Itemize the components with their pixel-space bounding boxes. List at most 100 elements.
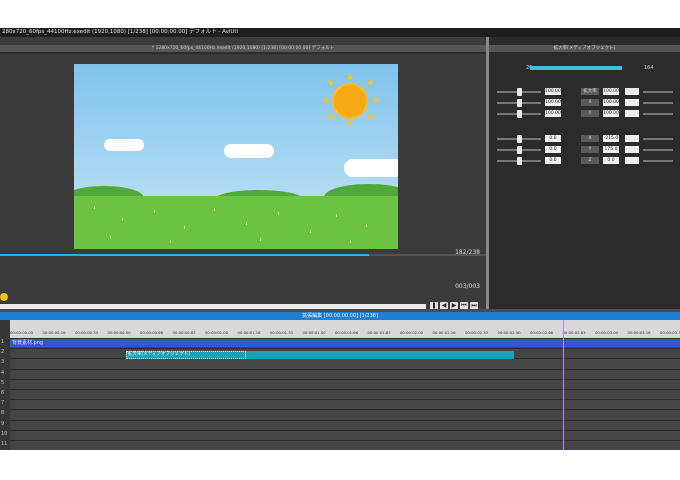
ruler-tick: 00:00:01.00 (205, 330, 229, 335)
param-value[interactable]: 100.00 (545, 88, 561, 95)
param-row: 100.00 Y 100.00 (493, 109, 676, 118)
param-mode-button[interactable] (625, 157, 639, 164)
seek-progress (0, 254, 370, 256)
ruler-tick: 00:00:03.33 (660, 330, 680, 335)
param-row: 0.0 X -215.0 (493, 134, 676, 143)
layer-lane[interactable] (10, 389, 680, 400)
layer-lane[interactable] (10, 419, 680, 430)
layer-lane[interactable] (10, 399, 680, 410)
param-mode-button[interactable] (625, 135, 639, 142)
param-value[interactable]: 0.0 (545, 157, 561, 164)
param-row: 100.00 拡大率 100.00 (493, 87, 676, 96)
aviutl-window: 280x720_60fps_44100Hz.exedit (1920,1080)… (0, 28, 680, 450)
ruler-tick: 00:00:02.00 (400, 330, 424, 335)
param-label[interactable]: 拡大率 (581, 88, 599, 95)
layer-number[interactable]: 9 (1, 421, 9, 427)
ruler-tick: 00:00:02.16 (432, 330, 456, 335)
param-right-value[interactable]: 100.00 (603, 88, 619, 95)
sun-ray (347, 73, 353, 79)
sun-ray (322, 97, 328, 103)
layer-number[interactable]: 11 (1, 441, 9, 447)
layer-number[interactable]: 3 (1, 359, 9, 365)
layer-number[interactable]: 6 (1, 390, 9, 396)
playhead[interactable] (563, 320, 564, 450)
page-counter: 003/003 (455, 283, 480, 290)
ruler-tick: 00:00:01.50 (302, 330, 326, 335)
param-slider-end[interactable] (643, 91, 673, 93)
param-right-value[interactable]: 175.0 (603, 146, 619, 153)
param-right-value[interactable]: 100.00 (603, 99, 619, 106)
frame-counter: 182/238 (455, 249, 480, 256)
param-label[interactable]: Y (581, 110, 599, 117)
param-right-value[interactable]: -215.0 (603, 135, 619, 142)
clip-background[interactable]: 背景素材.png (10, 339, 680, 347)
param-label[interactable]: X (581, 135, 599, 142)
param-value[interactable]: 100.00 (545, 110, 561, 117)
cloud (224, 144, 274, 158)
slider-knob[interactable] (517, 110, 522, 118)
param-row: 0.0 Z 0.0 (493, 156, 676, 165)
layer-lane[interactable] (10, 358, 680, 369)
param-right-value[interactable]: 0.0 (603, 157, 619, 164)
ruler-tick: 00:00:02.33 (465, 330, 489, 335)
ruler-tick: 00:00:01.16 (237, 330, 261, 335)
layer-lane[interactable] (10, 378, 680, 390)
slider-knob[interactable] (517, 157, 522, 165)
ruler-tick: 00:00:03.16 (627, 330, 651, 335)
layer-lane[interactable] (10, 440, 680, 450)
marker-icon (0, 293, 8, 301)
param-mode-button[interactable] (625, 88, 639, 95)
clip-zoom-object[interactable]: 拡大率[メディアオブジェクト] (126, 351, 514, 359)
window-title: 280x720_60fps_44100Hz.exedit (1920,1080)… (0, 28, 680, 37)
slider-knob[interactable] (517, 99, 522, 107)
param-mode-button[interactable] (625, 146, 639, 153)
panel-title: 拡大率[メディアオブジェクト] (489, 45, 680, 52)
param-mode-button[interactable] (625, 99, 639, 106)
sun-ray (347, 121, 353, 127)
preview-canvas (74, 64, 398, 249)
param-slider-end[interactable] (643, 149, 673, 151)
param-slider-end[interactable] (643, 138, 673, 140)
slider-knob[interactable] (517, 135, 522, 143)
ruler-tick: 00:00:02.83 (562, 330, 586, 335)
layer-number[interactable]: 4 (1, 370, 9, 376)
cloud (344, 159, 398, 177)
layer-number[interactable]: 1 (1, 339, 9, 345)
param-value[interactable]: 0.0 (545, 135, 561, 142)
sun-ray (374, 97, 380, 103)
ruler-tick: 00:00:00.33 (75, 330, 99, 335)
layer-number[interactable]: 2 (1, 349, 9, 355)
param-value[interactable]: 100.00 (545, 99, 561, 106)
seek-bar[interactable] (0, 249, 486, 258)
range-max: 164 (644, 65, 654, 71)
ruler-tick: 00:00:02.66 (530, 330, 554, 335)
param-value[interactable]: 0.0 (545, 146, 561, 153)
timeline-window: 拡張編集 [00:00:00.00] [1/238] 00:00:00.00 00… (0, 312, 680, 450)
param-right-value[interactable]: 100.00 (603, 110, 619, 117)
layer-lane[interactable] (10, 429, 680, 441)
cloud (104, 139, 144, 151)
layer-number[interactable]: 7 (1, 400, 9, 406)
param-slider-end[interactable] (643, 113, 673, 115)
slider-knob[interactable] (517, 88, 522, 96)
param-label[interactable]: X (581, 99, 599, 106)
ruler-tick: 00:00:00.00 (10, 330, 34, 335)
param-mode-button[interactable] (625, 110, 639, 117)
ruler-tick: 00:00:00.66 (140, 330, 164, 335)
frame-range-slider[interactable] (530, 66, 622, 70)
param-slider-end[interactable] (643, 160, 673, 162)
layer-lane[interactable] (10, 409, 680, 420)
layer-number[interactable]: 5 (1, 380, 9, 386)
param-label[interactable]: Y (581, 146, 599, 153)
layer-number[interactable]: 10 (1, 431, 9, 437)
layer-number[interactable]: 8 (1, 410, 9, 416)
main-window: ファイル 設定 編集 プロファイル 表示 その他 * 1280x720_60fp… (0, 37, 486, 310)
slider-knob[interactable] (517, 146, 522, 154)
ruler-tick: 00:00:00.50 (107, 330, 131, 335)
time-ruler[interactable]: 00:00:00.00 00:00:00.16 00:00:00.33 00:00:0… (10, 320, 680, 338)
param-label[interactable]: Z (581, 157, 599, 164)
ruler-tick: 00:00:00.83 (172, 330, 196, 335)
param-slider-end[interactable] (643, 102, 673, 104)
layer-lane[interactable] (10, 368, 680, 379)
settings-panel: 拡大率[メディアオブジェクト] 26 164 100.00拡大率100.0010… (489, 37, 680, 309)
